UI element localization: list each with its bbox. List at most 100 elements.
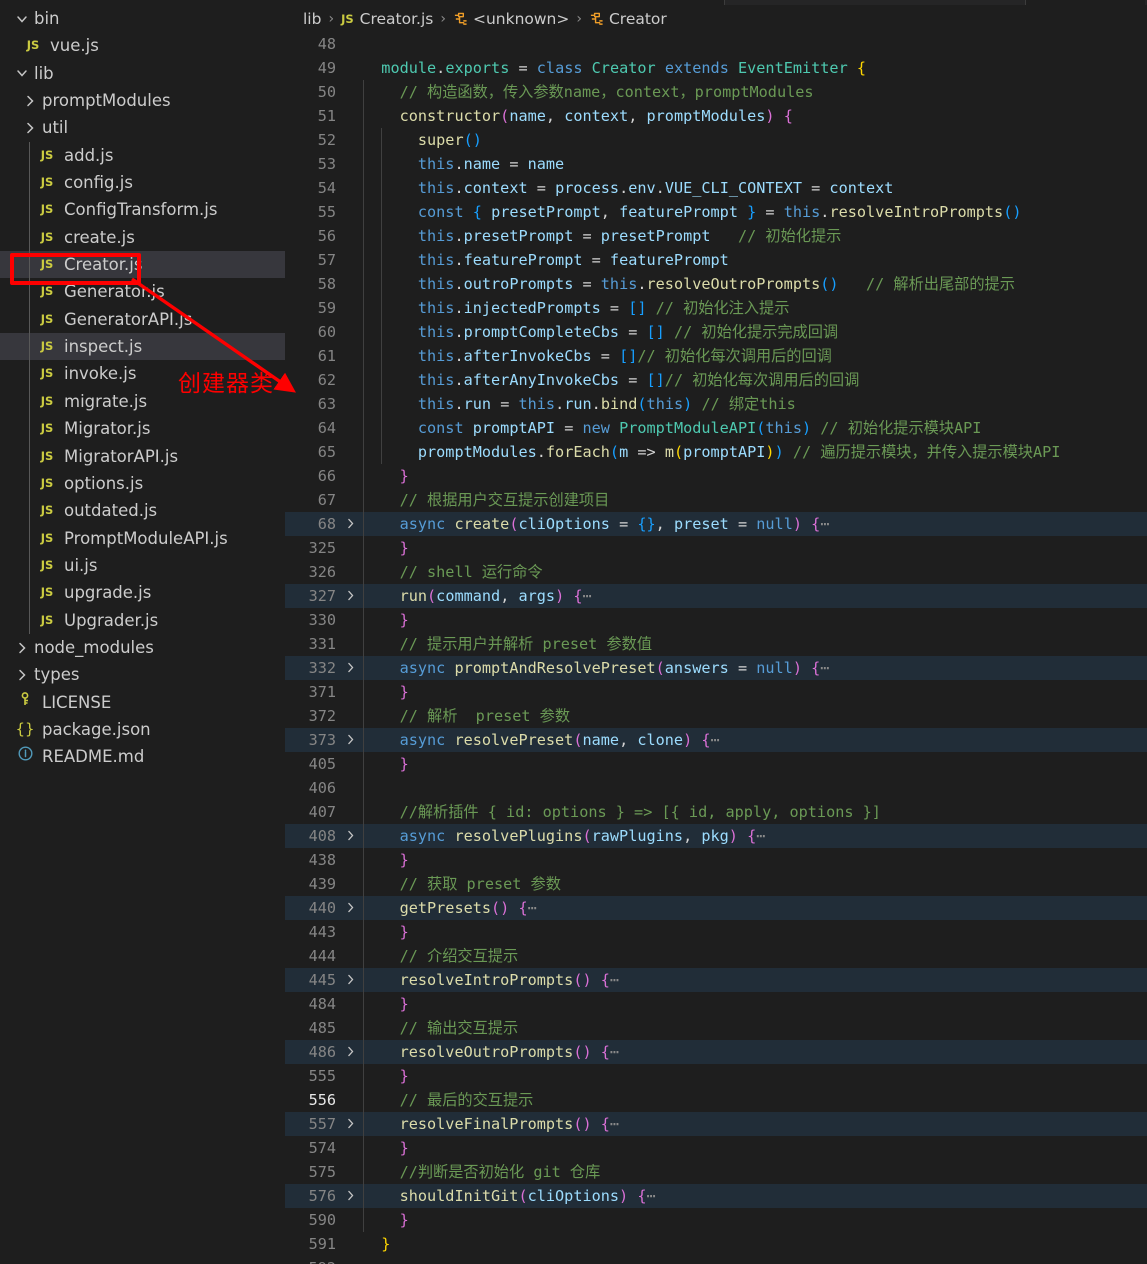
fold-chevron-icon[interactable] [341,656,359,680]
code-line[interactable]: 59 this.injectedPrompts = [] // 初始化注入提示 [285,296,1147,320]
breadcrumb[interactable]: lib › JS Creator.js › <unknown> › Creator [285,5,1147,32]
chevron-right-icon[interactable] [22,120,38,136]
chevron-down-icon[interactable] [14,65,30,81]
code-line[interactable]: 51 constructor(name, context, promptModu… [285,104,1147,128]
tree-item-create-js[interactable]: JS create.js [0,223,285,252]
tree-item-vue-js[interactable]: JS vue.js [0,32,285,59]
explorer-sidebar[interactable]: bin JS vue.js lib promptModules util JS add.js J… [0,0,285,1264]
code-line[interactable]: 486 resolveOutroPrompts() {⋯ [285,1040,1147,1064]
tab-active[interactable] [285,0,725,5]
tree-item-promptmodules[interactable]: promptModules [0,87,285,114]
fold-chevron-icon[interactable] [341,824,359,848]
code-line[interactable]: 325 } [285,536,1147,560]
code-line[interactable]: 332 async promptAndResolvePreset(answers… [285,656,1147,680]
code-line[interactable]: 439 // 获取 preset 参数 [285,872,1147,896]
code-line[interactable]: 590 } [285,1208,1147,1232]
chevron-down-icon[interactable] [14,11,30,27]
file-tree[interactable]: bin JS vue.js lib promptModules util JS add.js J… [0,0,285,771]
code-line[interactable]: 52 super() [285,128,1147,152]
tree-item-generatorapi-js[interactable]: JS GeneratorAPI.js [0,305,285,334]
tree-item-ui-js[interactable]: JS ui.js [0,551,285,580]
tree-item-readme-md[interactable]: README.md [0,743,285,770]
code-line[interactable]: 443 } [285,920,1147,944]
code-line[interactable]: 445 resolveIntroPrompts() {⋯ [285,968,1147,992]
code-line[interactable]: 438 } [285,848,1147,872]
code-line[interactable]: 557 resolveFinalPrompts() {⋯ [285,1112,1147,1136]
tree-item-invoke-js[interactable]: JS invoke.js [0,360,285,388]
code-line[interactable]: 66 } [285,464,1147,488]
tree-item-node-modules[interactable]: node_modules [0,634,285,661]
tree-item-options-js[interactable]: JS options.js [0,469,285,498]
breadcrumb-item-0[interactable]: lib [303,10,321,28]
code-line[interactable]: 372 // 解析 preset 参数 [285,704,1147,728]
code-line[interactable]: 440 getPresets() {⋯ [285,896,1147,920]
code-line[interactable]: 67 // 根据用户交互提示创建项目 [285,488,1147,512]
fold-chevron-icon[interactable] [341,968,359,992]
tab-secondary[interactable] [1025,0,1145,5]
tree-item-bin[interactable]: bin [0,5,285,32]
breadcrumb-item-2[interactable]: <unknown> [453,10,569,28]
tree-item-upgrade-js[interactable]: JS upgrade.js [0,579,285,607]
fold-chevron-icon[interactable] [341,512,359,536]
code-line[interactable]: 592 [285,1256,1147,1264]
chevron-right-icon[interactable] [14,667,30,683]
tree-item-util[interactable]: util [0,114,285,141]
code-line[interactable]: 54 this.context = process.env.VUE_CLI_CO… [285,176,1147,200]
code-line[interactable]: 327 run(command, args) {⋯ [285,584,1147,608]
tree-item-outdated-js[interactable]: JS outdated.js [0,497,285,525]
code-line[interactable]: 331 // 提示用户并解析 preset 参数值 [285,632,1147,656]
code-line[interactable]: 373 async resolvePreset(name, clone) {⋯ [285,728,1147,752]
code-line[interactable]: 62 this.afterAnyInvokeCbs = []// 初始化每次调用… [285,368,1147,392]
code-line[interactable]: 326 // shell 运行命令 [285,560,1147,584]
code-line[interactable]: 575 //判断是否初始化 git 仓库 [285,1160,1147,1184]
code-line[interactable]: 65 promptModules.forEach(m => m(promptAP… [285,440,1147,464]
code-line[interactable]: 555 } [285,1064,1147,1088]
code-line[interactable]: 407 //解析插件 { id: options } => [{ id, app… [285,800,1147,824]
code-line[interactable]: 55 const { presetPrompt, featurePrompt }… [285,200,1147,224]
tree-item-creator-js[interactable]: JS Creator.js [0,251,285,279]
tree-item-config-js[interactable]: JS config.js [0,169,285,197]
fold-chevron-icon[interactable] [341,1112,359,1136]
tree-item-migrate-js[interactable]: JS migrate.js [0,387,285,416]
fold-chevron-icon[interactable] [341,584,359,608]
code-line[interactable]: 57 this.featurePrompt = featurePrompt [285,248,1147,272]
code-line[interactable]: 485 // 输出交互提示 [285,1016,1147,1040]
tree-item-types[interactable]: types [0,661,285,688]
code-line[interactable]: 405 } [285,752,1147,776]
code-line[interactable]: 56 this.presetPrompt = presetPrompt // 初… [285,224,1147,248]
code-line[interactable]: 68 async create(cliOptions = {}, preset … [285,512,1147,536]
code-line[interactable]: 406 [285,776,1147,800]
code-line[interactable]: 49 module.exports = class Creator extend… [285,56,1147,80]
tree-item-migrator-js[interactable]: JS Migrator.js [0,415,285,443]
code-line[interactable]: 60 this.promptCompleteCbs = [] // 初始化提示完… [285,320,1147,344]
fold-chevron-icon[interactable] [341,1184,359,1208]
code-line[interactable]: 63 this.run = this.run.bind(this) // 绑定t… [285,392,1147,416]
fold-chevron-icon[interactable] [341,896,359,920]
code-line[interactable]: 50 // 构造函数，传入参数name，context，promptModule… [285,80,1147,104]
tree-item-lib[interactable]: lib [0,60,285,87]
breadcrumb-item-1[interactable]: JS Creator.js [341,10,433,28]
code-line[interactable]: 576 shouldInitGit(cliOptions) {⋯ [285,1184,1147,1208]
code-line[interactable]: 53 this.name = name [285,152,1147,176]
code-line[interactable]: 408 async resolvePlugins(rawPlugins, pkg… [285,824,1147,848]
fold-chevron-icon[interactable] [341,728,359,752]
chevron-right-icon[interactable] [22,93,38,109]
code-line[interactable]: 371 } [285,680,1147,704]
code-line[interactable]: 484 } [285,992,1147,1016]
code-line[interactable]: 591 } [285,1232,1147,1256]
code-line[interactable]: 574 } [285,1136,1147,1160]
code-line[interactable]: 58 this.outroPrompts = this.resolveOutro… [285,272,1147,296]
tree-item-migratorapi-js[interactable]: JS MigratorAPI.js [0,442,285,470]
code-line[interactable]: 48 [285,32,1147,56]
tab-bar[interactable] [285,0,1147,5]
code-line[interactable]: 330 } [285,608,1147,632]
tree-item-add-js[interactable]: JS add.js [0,141,285,170]
code-line[interactable]: 64 const promptAPI = new PromptModuleAPI… [285,416,1147,440]
tree-item-configtransform-js[interactable]: JS ConfigTransform.js [0,196,285,224]
code-line[interactable]: 556 // 最后的交互提示 [285,1088,1147,1112]
code-editor[interactable]: 48 49 module.exports = class Creator exte… [285,32,1147,1264]
tree-item-inspect-js[interactable]: JS inspect.js [0,333,285,361]
tree-item-promptmoduleapi-js[interactable]: JS PromptModuleAPI.js [0,524,285,552]
tree-item-package-json[interactable]: {} package.json [0,716,285,743]
tree-item-license[interactable]: LICENSE [0,689,285,716]
